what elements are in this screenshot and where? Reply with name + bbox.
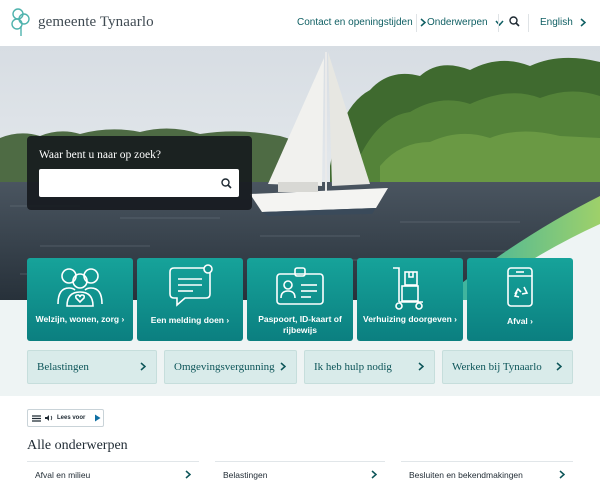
logo[interactable]: gemeente Tynaarlo — [9, 7, 154, 37]
moving-boxes-icon — [393, 267, 423, 310]
search-submit-button[interactable] — [217, 174, 235, 192]
quick-link-werken[interactable]: Werken bij Tynaarlo — [442, 350, 573, 384]
read-aloud-player[interactable]: Lees voor — [27, 409, 104, 427]
chevron-right-icon — [140, 362, 146, 371]
search-label: Waar bent u naar op zoek? — [39, 149, 161, 161]
nav-language-label: English — [540, 17, 573, 28]
recycle-bin-icon — [507, 267, 533, 307]
chat-icon — [169, 264, 213, 307]
tile-paspoort[interactable]: Paspoort, ID-kaart of rijbewijs — [247, 258, 353, 341]
tree-logo-icon — [11, 8, 30, 36]
chevron-right-icon — [556, 362, 562, 371]
search-panel: Waar bent u naar op zoek? — [27, 136, 252, 210]
search-icon — [509, 16, 520, 27]
nav-divider — [528, 14, 529, 32]
quick-link-label: Belastingen — [37, 361, 89, 373]
chevron-right-icon — [418, 362, 424, 371]
speaker-icon — [45, 415, 53, 421]
subject-label: Besluiten en bekendmakingen — [409, 470, 523, 480]
chevron-right-icon — [420, 18, 426, 27]
subject-label: Belastingen — [223, 470, 268, 480]
read-aloud-label: Lees voor — [57, 415, 86, 421]
tile-verhuizing-label: Verhuizing doorgeven — [363, 314, 452, 324]
nav-divider — [498, 14, 499, 32]
subject-label: Afval en milieu — [35, 470, 91, 480]
nav-contact-link[interactable]: Contact en openingstijden — [297, 17, 426, 28]
all-subjects-title: Alle onderwerpen — [27, 438, 128, 453]
quick-link-label: Werken bij Tynaarlo — [452, 361, 542, 373]
quick-link-belastingen[interactable]: Belastingen — [27, 350, 157, 384]
tile-paspoort-label: Paspoort, ID-kaart of rijbewijs — [258, 314, 342, 335]
nav-contact-label: Contact en openingstijden — [297, 17, 413, 28]
search-icon — [220, 177, 232, 189]
chevron-right-icon — [280, 362, 286, 371]
logo-text: gemeente Tynaarlo — [38, 13, 154, 30]
subject-link[interactable]: Besluiten en bekendmakingen — [401, 461, 573, 480]
quick-link-label: Ik heb hulp nodig — [314, 361, 392, 373]
nav-subjects-label: Onderwerpen — [427, 17, 488, 28]
play-icon[interactable] — [94, 414, 101, 422]
tile-afval[interactable]: Afval › — [467, 258, 573, 341]
people-icon — [57, 268, 103, 307]
tile-melding[interactable]: Een melding doen › — [137, 258, 243, 341]
nav-language-link[interactable]: English — [540, 17, 586, 28]
quick-link-label: Omgevingsvergunning — [174, 361, 275, 373]
chevron-down-icon — [495, 20, 504, 26]
site-header: gemeente Tynaarlo Contact en openingstij… — [0, 0, 600, 46]
chevron-right-icon — [185, 470, 191, 479]
subject-link[interactable]: Afval en milieu — [27, 461, 199, 480]
nav-divider — [416, 14, 417, 32]
tile-melding-label: Een melding doen — [150, 315, 224, 325]
tile-afval-label: Afval — [507, 316, 528, 326]
tile-welzijn-label: Welzijn, wonen, zorg — [35, 314, 120, 324]
search-input[interactable] — [39, 169, 239, 197]
subject-link[interactable]: Belastingen — [215, 461, 385, 480]
chevron-right-icon — [580, 18, 586, 27]
chevron-right-icon — [371, 470, 377, 479]
chevron-right-icon — [559, 470, 565, 479]
quick-link-omgevingsvergunning[interactable]: Omgevingsvergunning — [164, 350, 297, 384]
id-card-icon — [276, 267, 324, 305]
menu-icon[interactable] — [32, 414, 41, 422]
header-search-button[interactable] — [509, 16, 520, 27]
nav-subjects-dropdown[interactable]: Onderwerpen — [427, 17, 504, 28]
quick-link-hulp[interactable]: Ik heb hulp nodig — [304, 350, 435, 384]
tile-verhuizing[interactable]: Verhuizing doorgeven › — [357, 258, 463, 341]
tile-welzijn[interactable]: Welzijn, wonen, zorg › — [27, 258, 133, 341]
